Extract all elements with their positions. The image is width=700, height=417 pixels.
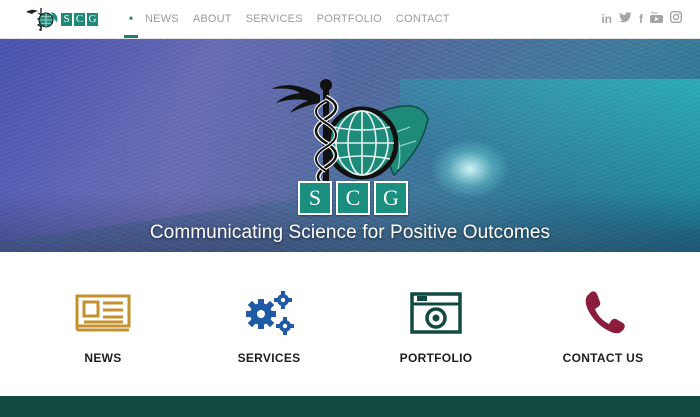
hero-banner: S C G Communicating Science for Positive… [0, 39, 700, 252]
feature-portfolio[interactable]: PORTFOLIO [366, 288, 506, 365]
phone-icon [585, 291, 625, 334]
nav-news[interactable]: NEWS [138, 0, 186, 38]
feature-news[interactable]: NEWS [33, 288, 173, 365]
nav-services[interactable]: SERVICES [239, 0, 310, 38]
newspaper-icon [75, 294, 131, 332]
logo-emblem-icon [24, 6, 60, 32]
facebook-icon[interactable]: f [639, 11, 643, 27]
site-logo[interactable]: S C G [24, 6, 100, 32]
features-section: NEWS SERVICES PORTFOLIO CONTACT US [0, 252, 700, 397]
youtube-icon[interactable]: You [650, 11, 663, 28]
feature-label: NEWS [84, 351, 122, 365]
twitter-icon[interactable] [619, 11, 632, 27]
linkedin-icon[interactable]: in [601, 11, 612, 27]
main-nav: NEWS ABOUT SERVICES PORTFOLIO CONTACT [124, 0, 457, 38]
nav-contact[interactable]: CONTACT [389, 0, 457, 38]
social-links: in f You [601, 10, 683, 28]
camera-icon [410, 292, 462, 334]
feature-label: CONTACT US [562, 351, 644, 365]
hero-scg-letter: C [336, 181, 370, 215]
feature-contact-us[interactable]: CONTACT US [533, 288, 673, 365]
gears-icon [246, 291, 294, 335]
logo-letter: G [87, 12, 98, 26]
hero-scg-letter: G [374, 181, 408, 215]
nav-portfolio[interactable]: PORTFOLIO [310, 0, 389, 38]
logo-letter: S [61, 12, 72, 26]
hero-tagline: Communicating Science for Positive Outco… [149, 222, 551, 243]
nav-about[interactable]: ABOUT [186, 0, 239, 38]
logo-letters: S C G [61, 12, 98, 26]
footer-strip [0, 396, 700, 417]
svg-text:You: You [651, 11, 658, 15]
nav-home[interactable] [124, 0, 138, 38]
hero-scg-letter: S [298, 181, 332, 215]
logo-letter: C [74, 12, 85, 26]
feature-label: PORTFOLIO [399, 351, 473, 365]
home-icon [129, 15, 133, 20]
feature-label: SERVICES [237, 351, 301, 365]
hero-scg-letters: S C G [298, 181, 408, 215]
top-navbar: S C G NEWS ABOUT SERVICES PORTFOLIO CONT… [0, 0, 700, 39]
instagram-icon[interactable] [669, 10, 683, 27]
feature-services[interactable]: SERVICES [199, 288, 339, 365]
